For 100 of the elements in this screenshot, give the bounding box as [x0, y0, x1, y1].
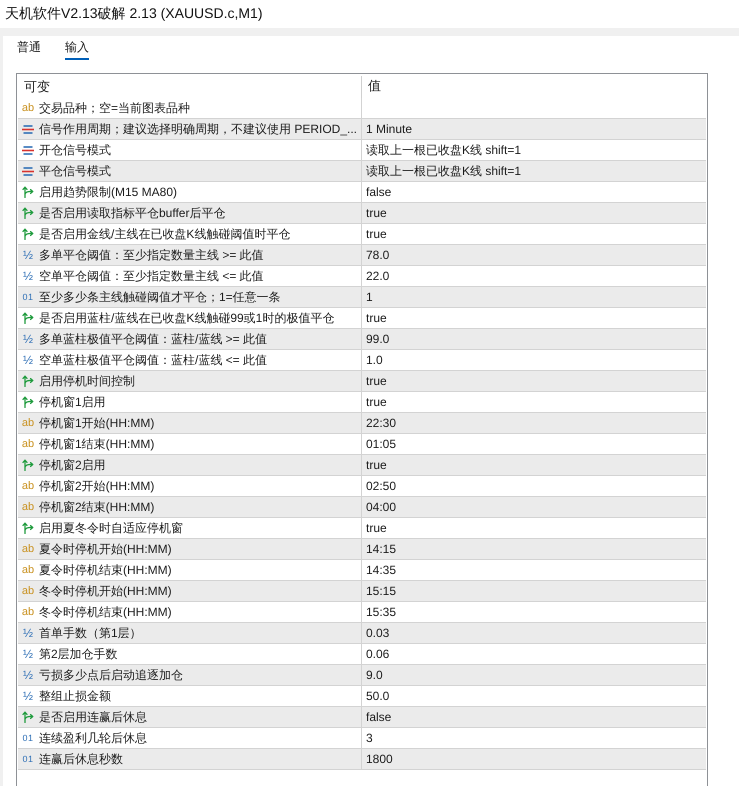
parameter-row[interactable]: ab 夏令时停机结束(HH:MM) 14:35	[18, 560, 706, 581]
branch-arrow-icon	[22, 186, 34, 198]
parameter-value: 1	[366, 290, 373, 304]
parameter-name: 交易品种；空=当前图表品种	[39, 100, 190, 116]
parameter-row[interactable]: 停机窗1启用 true	[18, 392, 706, 413]
parameter-name: 连续盈利几轮后休息	[39, 730, 147, 746]
parameter-value: 9.0	[366, 668, 383, 682]
parameter-value: 02:50	[366, 479, 396, 493]
parameter-value: true	[366, 206, 387, 220]
fraction-icon: ½	[22, 354, 33, 366]
branch-arrow-icon	[22, 207, 34, 219]
parameter-row[interactable]: 信号作用周期；建议选择明确周期，不建议使用 PERIOD_... 1 Minute	[18, 119, 706, 140]
parameter-row[interactable]: 启用趋势限制(M15 MA80) false	[18, 182, 706, 203]
letters-icon: ab	[22, 438, 34, 450]
list-icon	[22, 124, 34, 134]
parameter-name: 空单平仓阈值：至少指定数量主线 <= 此值	[39, 268, 264, 284]
parameter-name: 空单蓝柱极值平仓阈值：蓝柱/蓝线 <= 此值	[39, 352, 268, 368]
parameter-value: 1 Minute	[366, 122, 412, 136]
parameter-row[interactable]: ½ 首单手数（第1层） 0.03	[18, 623, 706, 644]
fraction-icon: ½	[22, 270, 33, 282]
letters-icon: ab	[22, 102, 34, 114]
parameter-row[interactable]: 开仓信号模式 读取上一根已收盘K线 shift=1	[18, 140, 706, 161]
parameter-name: 停机窗1开始(HH:MM)	[39, 414, 154, 432]
parameter-row[interactable]: ab 冬令时停机开始(HH:MM) 15:15	[18, 581, 706, 602]
parameter-value: 14:15	[366, 542, 396, 556]
parameter-row[interactable]: 停机窗2启用 true	[18, 455, 706, 476]
parameter-row[interactable]: 01 至少多少条主线触碰阈值才平仓；1=任意一条 1	[18, 287, 706, 308]
parameter-value: 22:30	[366, 416, 396, 430]
parameter-row[interactable]: ab 停机窗1结束(HH:MM) 01:05	[18, 434, 706, 455]
parameter-row[interactable]: ½ 空单平仓阈值：至少指定数量主线 <= 此值 22.0	[18, 266, 706, 287]
parameter-name: 夏令时停机结束(HH:MM)	[39, 562, 172, 578]
parameter-name: 停机窗1启用	[39, 394, 106, 410]
branch-arrow-icon	[22, 312, 34, 324]
letters-icon: ab	[22, 606, 34, 618]
parameter-value: 1800	[366, 752, 393, 766]
fraction-icon: ½	[22, 627, 33, 639]
parameter-row[interactable]: ½ 整组止损金额 50.0	[18, 686, 706, 707]
parameter-row[interactable]: ½ 空单蓝柱极值平仓阈值：蓝柱/蓝线 <= 此值 1.0	[18, 350, 706, 371]
parameter-name: 至少多少条主线触碰阈值才平仓；1=任意一条	[39, 288, 281, 306]
parameter-row[interactable]: ½ 第2层加仓手数 0.06	[18, 644, 706, 665]
parameter-name: 多单蓝柱极值平仓阈值：蓝柱/蓝线 >= 此值	[39, 330, 268, 348]
window-title: 天机软件V2.13破解 2.13 (XAUUSD.c,M1)	[5, 5, 263, 23]
parameter-name: 停机窗2结束(HH:MM)	[39, 498, 154, 516]
letters-icon: ab	[22, 480, 34, 492]
parameter-row[interactable]: 是否启用连赢后休息 false	[18, 707, 706, 728]
branch-arrow-icon	[22, 228, 34, 240]
parameter-row[interactable]: 是否启用蓝柱/蓝线在已收盘K线触碰99或1时的极值平仓 true	[18, 308, 706, 329]
parameter-row[interactable]: 是否启用金线/主线在已收盘K线触碰阈值时平仓 true	[18, 224, 706, 245]
parameter-value: 50.0	[366, 689, 390, 703]
parameter-row[interactable]: ab 冬令时停机结束(HH:MM) 15:35	[18, 602, 706, 623]
parameter-value: true	[366, 521, 387, 535]
parameter-row[interactable]: 01 连续盈利几轮后休息 3	[18, 728, 706, 749]
parameter-row[interactable]: ½ 多单平仓阈值：至少指定数量主线 >= 此值 78.0	[18, 245, 706, 266]
list-icon	[22, 146, 34, 154]
parameter-name: 是否启用连赢后休息	[39, 708, 147, 726]
parameter-name: 亏损多少点后启动追逐加仓	[39, 666, 183, 684]
fraction-icon: ½	[22, 333, 33, 345]
parameter-row[interactable]: 是否启用读取指标平仓buffer后平仓 true	[18, 203, 706, 224]
fraction-icon: ½	[22, 669, 33, 681]
parameter-value: true	[366, 395, 387, 409]
parameter-row[interactable]: ab 停机窗2结束(HH:MM) 04:00	[18, 497, 706, 518]
parameter-value: 01:05	[366, 437, 396, 451]
parameter-name: 停机窗2启用	[39, 456, 106, 474]
parameter-value: true	[366, 311, 387, 325]
parameter-value: false	[366, 710, 392, 724]
parameter-row[interactable]: ab 交易品种；空=当前图表品种	[18, 98, 706, 119]
parameter-row[interactable]: ½ 多单蓝柱极值平仓阈值：蓝柱/蓝线 >= 此值 99.0	[18, 329, 706, 350]
parameter-value: 15:35	[366, 605, 396, 619]
parameter-row[interactable]: 平仓信号模式 读取上一根已收盘K线 shift=1	[18, 161, 706, 182]
letters-icon: ab	[22, 585, 34, 597]
parameter-name: 第2层加仓手数	[39, 646, 118, 662]
parameter-name: 信号作用周期；建议选择明确周期，不建议使用 PERIOD_...	[39, 120, 358, 138]
parameter-name: 首单手数（第1层）	[39, 624, 142, 642]
parameter-row[interactable]: ½ 亏损多少点后启动追逐加仓 9.0	[18, 665, 706, 686]
parameter-row[interactable]: 启用夏冬令时自适应停机窗 true	[18, 518, 706, 539]
parameter-row[interactable]: ab 停机窗2开始(HH:MM) 02:50	[18, 476, 706, 497]
tab[interactable]: 输入	[65, 36, 89, 60]
parameter-name: 启用夏冬令时自适应停机窗	[39, 520, 183, 536]
parameter-value: 99.0	[366, 332, 390, 346]
parameter-value: false	[366, 185, 392, 199]
parameter-name: 连赢后休息秒数	[39, 750, 123, 768]
parameter-value: 读取上一根已收盘K线 shift=1	[366, 142, 522, 158]
parameter-name: 启用趋势限制(M15 MA80)	[39, 184, 178, 200]
parameter-name: 开仓信号模式	[39, 142, 111, 158]
parameter-row[interactable]: 01 连赢后休息秒数 1800	[18, 749, 706, 770]
digits-icon: 01	[22, 732, 34, 744]
fraction-icon: ½	[22, 249, 33, 261]
parameter-value: 04:00	[366, 500, 396, 514]
parameter-name: 夏令时停机开始(HH:MM)	[39, 540, 172, 558]
parameter-value: 0.06	[366, 647, 390, 661]
parameter-row[interactable]: ab 停机窗1开始(HH:MM) 22:30	[18, 413, 706, 434]
column-header[interactable]: 值	[362, 74, 706, 98]
parameter-name: 冬令时停机开始(HH:MM)	[39, 582, 172, 600]
parameter-row[interactable]: 启用停机时间控制 true	[18, 371, 706, 392]
parameter-name: 多单平仓阈值：至少指定数量主线 >= 此值	[39, 246, 264, 264]
parameter-value: 读取上一根已收盘K线 shift=1	[366, 162, 522, 180]
branch-arrow-icon	[22, 396, 34, 408]
tab[interactable]: 普通	[17, 36, 41, 60]
parameter-row[interactable]: ab 夏令时停机开始(HH:MM) 14:15	[18, 539, 706, 560]
parameter-name: 冬令时停机结束(HH:MM)	[39, 604, 172, 620]
